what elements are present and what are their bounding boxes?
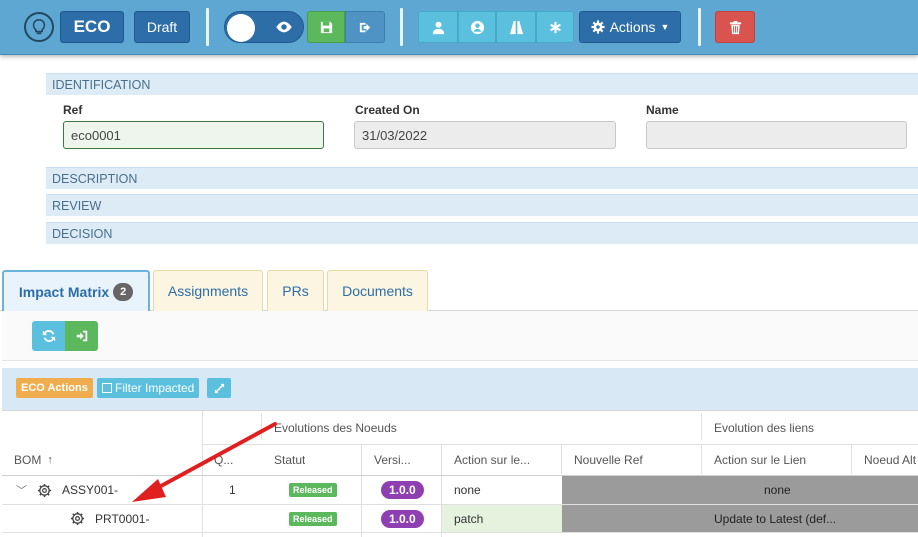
grid-divider — [202, 444, 918, 445]
version-cell: 1.0.0 — [381, 476, 424, 504]
filter-impacted-label: Filter Impacted — [115, 381, 195, 395]
status-cell: Released — [289, 476, 337, 504]
import-button[interactable] — [65, 321, 98, 351]
exit-button[interactable] — [345, 11, 385, 43]
action-cell[interactable]: none — [454, 476, 481, 504]
grid-divider — [701, 413, 702, 440]
expand-icon — [214, 383, 224, 393]
tab-documents[interactable]: Documents — [327, 270, 428, 311]
road-button[interactable] — [496, 11, 536, 43]
name-label: Name — [646, 103, 679, 117]
grid-divider — [701, 444, 702, 474]
actions-label: Actions — [609, 19, 656, 35]
group-header-links: Evolution des liens — [714, 421, 815, 435]
bom-item-label: ASSY001- — [62, 483, 119, 497]
impact-count-badge: 2 — [113, 283, 134, 301]
grid-actions-bar: ECO Actions Filter Impacted — [2, 368, 918, 410]
link-action-cell[interactable]: none — [764, 476, 791, 504]
name-input[interactable] — [646, 121, 907, 149]
bom-item-label: PRT0001- — [95, 511, 150, 526]
toolbar-separator — [400, 8, 403, 46]
grid-divider — [2, 532, 918, 533]
status-badge: Released — [289, 483, 337, 497]
expand-button[interactable] — [207, 378, 231, 398]
caret-down-icon: ▼ — [660, 22, 670, 32]
actions-dropdown[interactable]: Actions ▼ — [579, 11, 681, 43]
refresh-button[interactable] — [32, 321, 65, 351]
refresh-icon — [42, 330, 55, 342]
status-badge: Released — [289, 511, 337, 526]
asterisk-button[interactable] — [536, 11, 574, 43]
grid-divider — [851, 444, 852, 474]
table-row[interactable]: PRT0001- — [70, 505, 149, 532]
arrow-up-icon: ↑ — [47, 454, 53, 466]
road-icon — [509, 20, 523, 34]
table-row[interactable]: ﹀ ASSY001- — [16, 476, 118, 504]
toolbar: ECO Draft Actions ▼ — [0, 0, 918, 55]
view-toggle[interactable] — [224, 11, 304, 43]
grid-divider — [202, 411, 203, 537]
tab-prs[interactable]: PRs — [267, 270, 324, 311]
section-description[interactable]: DESCRIPTION — [46, 167, 918, 189]
disabled-cell — [562, 476, 918, 504]
user-circle-icon — [470, 20, 484, 34]
save-icon — [320, 21, 332, 33]
eco-actions-button[interactable]: ECO Actions — [16, 378, 93, 398]
eye-icon — [276, 21, 292, 33]
status-cell: Released — [289, 505, 337, 532]
link-action-cell[interactable]: Update to Latest (def... — [714, 505, 836, 532]
version-badge: 1.0.0 — [381, 481, 424, 499]
column-header-version[interactable]: Versi... — [374, 451, 411, 469]
filter-impacted-button[interactable]: Filter Impacted — [97, 378, 200, 398]
draft-status-button[interactable]: Draft — [134, 11, 190, 43]
grid-divider — [261, 413, 262, 440]
user-icon — [432, 21, 444, 34]
section-identification[interactable]: IDENTIFICATION — [46, 73, 918, 95]
bom-header-label: BOM — [14, 453, 42, 467]
save-button[interactable] — [307, 11, 345, 43]
delete-button[interactable] — [715, 11, 755, 43]
trash-icon — [729, 20, 741, 34]
column-header-nouvelle-ref[interactable]: Nouvelle Ref — [574, 451, 643, 469]
user-circle-button[interactable] — [458, 11, 496, 43]
cog-icon — [37, 483, 52, 497]
impact-toolbar — [2, 311, 918, 361]
toolbar-separator — [206, 8, 209, 46]
tab-impact-matrix-label: Impact Matrix — [18, 284, 110, 300]
impact-matrix-grid: Evolutions des Noeuds Evolution des lien… — [2, 410, 918, 537]
action-cell[interactable]: patch — [454, 505, 483, 532]
version-badge: 1.0.0 — [381, 509, 424, 528]
cog-icon — [70, 511, 85, 526]
gear-icon — [591, 20, 605, 34]
grid-divider — [361, 444, 362, 537]
tab-impact-matrix[interactable]: Impact Matrix 2 — [2, 270, 150, 312]
qty-value: 1 — [229, 483, 236, 497]
column-header-action[interactable]: Action sur le... — [454, 451, 530, 469]
column-header-qty[interactable]: Q... — [214, 451, 234, 469]
toolbar-separator — [698, 8, 701, 46]
section-review[interactable]: REVIEW — [46, 194, 918, 216]
column-header-action-lien[interactable]: Action sur le Lien — [714, 451, 806, 469]
eco-button[interactable]: ECO — [60, 11, 124, 43]
lightbulb-icon[interactable] — [24, 12, 54, 42]
toggle-knob[interactable] — [227, 14, 255, 42]
column-header-noeud-alt[interactable]: Noeud Alt — [864, 451, 916, 469]
tab-assignments[interactable]: Assignments — [153, 270, 263, 311]
version-cell: 1.0.0 — [381, 505, 424, 532]
grid-divider — [561, 444, 562, 474]
section-decision[interactable]: DECISION — [46, 222, 918, 244]
sign-out-icon — [359, 22, 370, 32]
sign-in-icon — [76, 330, 87, 342]
chevron-down-icon[interactable]: ﹀ — [16, 482, 27, 498]
ref-label: Ref — [63, 103, 83, 117]
checkbox-icon — [102, 383, 112, 393]
created-on-input[interactable]: 31/03/2022 — [354, 121, 616, 149]
column-header-bom[interactable]: BOM ↑ — [14, 451, 53, 469]
asterisk-icon — [549, 21, 561, 33]
ref-input[interactable]: eco0001 — [63, 121, 324, 149]
group-header-nodes: Evolutions des Noeuds — [274, 421, 397, 435]
created-on-label: Created On — [355, 103, 420, 117]
user-button[interactable] — [418, 11, 458, 43]
column-header-statut[interactable]: Statut — [274, 451, 305, 469]
